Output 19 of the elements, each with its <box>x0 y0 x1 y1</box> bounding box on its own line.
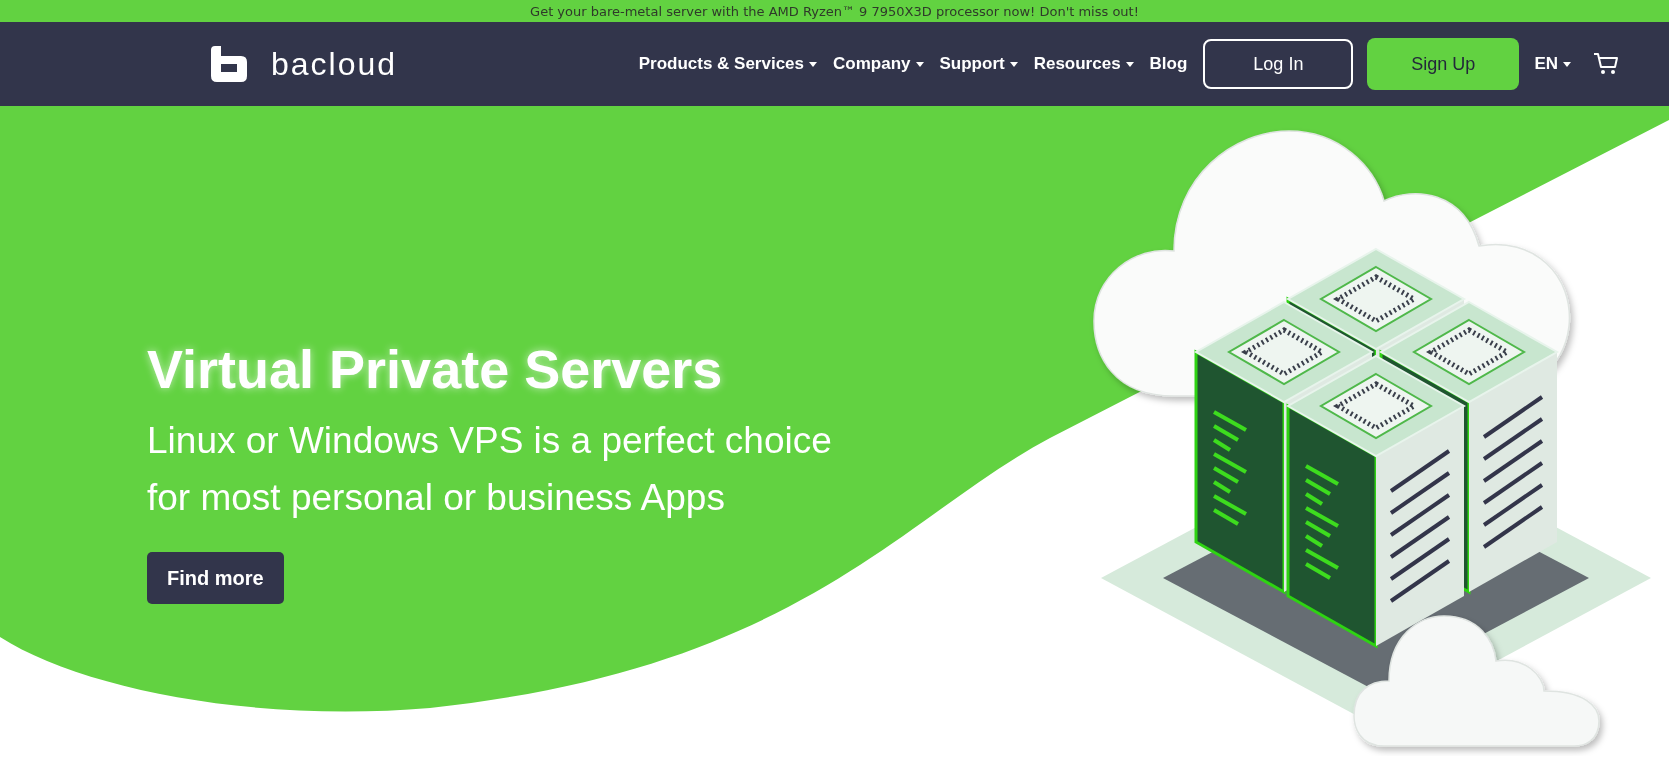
language-selector[interactable]: EN <box>1534 54 1571 74</box>
hero-subtitle: Linux or Windows VPS is a perfect choice for most personal or business Apps <box>147 419 833 520</box>
find-more-button[interactable]: Find more <box>147 552 284 604</box>
caret-icon <box>1009 61 1018 67</box>
cart-icon[interactable] <box>1593 52 1619 76</box>
nav-link[interactable]: Resources <box>1033 54 1134 74</box>
hero-title: Virtual Private Servers <box>147 338 724 400</box>
caret-icon <box>1125 61 1134 67</box>
nav-link[interactable]: Company <box>833 54 924 74</box>
nav-link[interactable]: Support <box>939 54 1018 74</box>
nav-link[interactable]: Blog <box>1149 54 1188 74</box>
caret-icon <box>1563 61 1571 67</box>
promo-text[interactable]: Get your bare-metal server with the AMD Ryzen™ 9 7950X3D processor now! Don't miss out! <box>530 3 1139 19</box>
login-button[interactable]: Log In <box>1203 39 1354 89</box>
signup-button[interactable]: Sign Up <box>1367 38 1520 90</box>
logo-text[interactable]: bacloud <box>271 45 398 83</box>
caret-icon <box>809 61 818 67</box>
nav-link[interactable]: Products & Services <box>638 54 818 74</box>
caret-icon <box>915 61 924 67</box>
